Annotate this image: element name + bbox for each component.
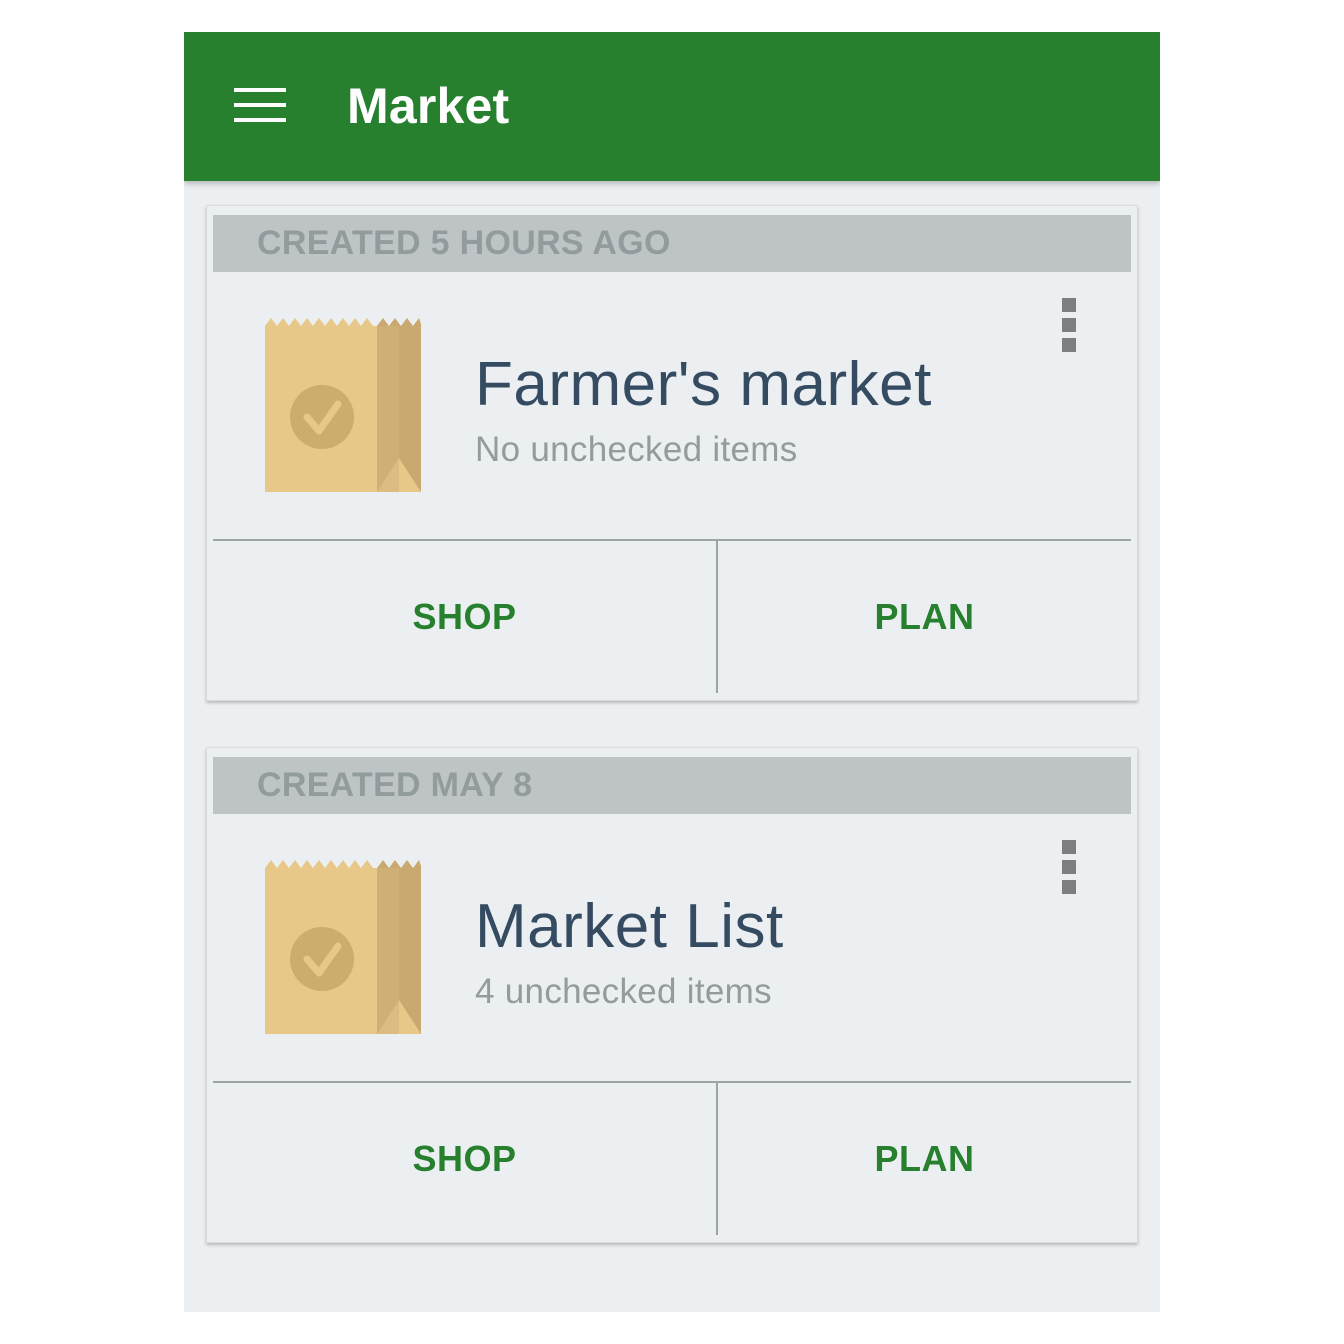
more-options-icon[interactable] bbox=[1047, 836, 1091, 900]
created-date-label: CREATED 5 HOURS AGO bbox=[257, 224, 671, 262]
list-card: CREATED 5 HOURS AGO Farmer's market No u… bbox=[206, 205, 1138, 701]
card-header: CREATED 5 HOURS AGO bbox=[213, 215, 1131, 272]
app-bar: Market bbox=[184, 32, 1160, 181]
app-screen: Market CREATED 5 HOURS AGO Farmer's mark… bbox=[184, 32, 1160, 1312]
plan-button[interactable]: PLAN bbox=[718, 1083, 1131, 1235]
shopping-bag-check-icon bbox=[265, 860, 421, 1034]
app-title: Market bbox=[347, 78, 510, 134]
unchecked-items-count: No unchecked items bbox=[475, 430, 798, 469]
shop-button[interactable]: SHOP bbox=[213, 1083, 716, 1235]
plan-button[interactable]: PLAN bbox=[718, 541, 1131, 693]
card-header: CREATED MAY 8 bbox=[213, 757, 1131, 814]
created-date-label: CREATED MAY 8 bbox=[257, 766, 533, 804]
list-card: CREATED MAY 8 Market List 4 unchecked it… bbox=[206, 747, 1138, 1243]
hamburger-menu-icon[interactable] bbox=[228, 82, 292, 130]
shop-button[interactable]: SHOP bbox=[213, 541, 716, 693]
list-title[interactable]: Market List bbox=[475, 891, 784, 963]
more-options-icon[interactable] bbox=[1047, 294, 1091, 358]
unchecked-items-count: 4 unchecked items bbox=[475, 972, 772, 1011]
shopping-bag-check-icon bbox=[265, 318, 421, 492]
list-title[interactable]: Farmer's market bbox=[475, 349, 932, 421]
